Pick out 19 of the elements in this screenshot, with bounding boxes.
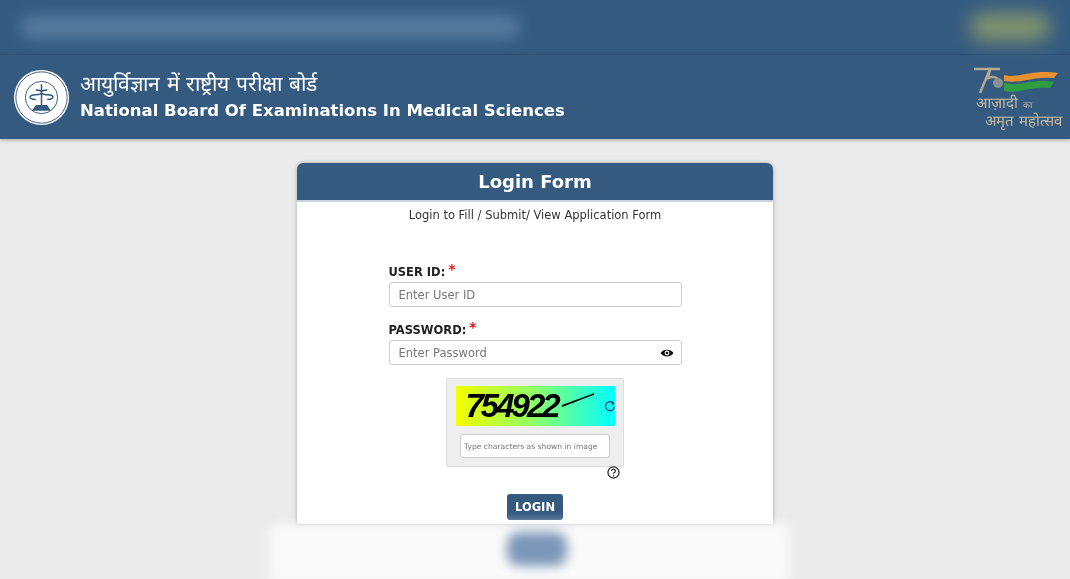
- required-mark: *: [448, 262, 456, 276]
- input-field[interactable]: Enter User ID: [388, 282, 682, 307]
- form-subtitle: Login to Fill / Submit/ View Application Form: [407, 208, 663, 222]
- captcha-code: 754922: [465, 387, 558, 425]
- strike-line: [560, 393, 595, 407]
- site-title: National Board Of Examinations In Medical Sciences: [80, 100, 565, 122]
- caduceus-emblem-icon: [13, 68, 70, 126]
- refresh-icon[interactable]: [603, 400, 616, 412]
- login-button[interactable]: LOGIN: [507, 494, 563, 520]
- emblem-text: अमृत महोत्सव: [985, 112, 1062, 130]
- hindi-title: आयुर्विज्ञान में राष्ट्रीय परीक्षा बोर्ड: [80, 71, 319, 98]
- eye-icon[interactable]: [659, 348, 674, 358]
- form-title: Login Form: [297, 163, 773, 202]
- password-field[interactable]: Enter Password: [388, 340, 682, 365]
- field-label: USER ID:: [388, 265, 446, 279]
- required-mark: *: [469, 320, 477, 334]
- emblem-text: आज़ादी का: [976, 94, 1032, 112]
- help-icon[interactable]: [607, 466, 620, 479]
- field-label: PASSWORD:: [388, 323, 467, 337]
